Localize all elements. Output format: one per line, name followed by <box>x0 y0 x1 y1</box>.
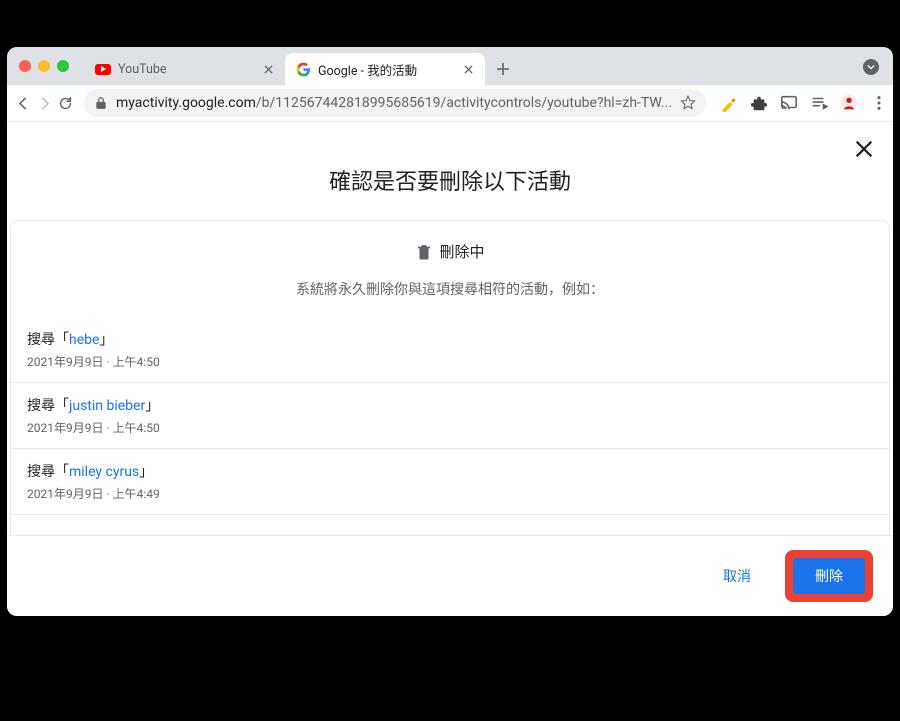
bookmark-star-icon[interactable] <box>680 95 696 111</box>
deleting-label: 刪除中 <box>439 241 484 262</box>
activity-card: 刪除中 系統將永久刪除你與這項搜尋相符的活動，例如： 搜尋「hebe」 2021… <box>10 220 890 535</box>
tab-dropdown-icon[interactable] <box>863 59 879 75</box>
close-dialog-button[interactable] <box>853 138 875 164</box>
window-controls <box>19 60 69 72</box>
activity-item-meta: 2021年9月9日 · 上午4:50 <box>27 353 873 370</box>
tab-title: Google - 我的活動 <box>318 60 454 79</box>
activity-item: 搜尋「justin bieber」 2021年9月9日 · 上午4:50 <box>11 383 889 449</box>
activity-item-title: 搜尋「justin bieber」 <box>27 395 873 415</box>
url-text: myactivity.google.com/b/1125674428189956… <box>116 95 672 111</box>
activity-item-title: 搜尋「hebe」 <box>27 329 873 349</box>
new-tab-button[interactable] <box>489 55 517 83</box>
cancel-button[interactable]: 取消 <box>701 558 773 594</box>
reload-button[interactable] <box>57 89 74 117</box>
preview-more: 預覽更多 <box>11 515 889 536</box>
dialog-footer: 取消 刪除 <box>7 535 893 616</box>
extensions-puzzle-icon[interactable] <box>750 94 768 112</box>
url-input[interactable]: myactivity.google.com/b/1125674428189956… <box>84 89 706 117</box>
menu-dots-icon[interactable] <box>870 94 888 112</box>
extension-broom-icon[interactable] <box>720 94 738 112</box>
activity-item-title: 搜尋「miley cyrus」 <box>27 461 873 481</box>
search-query-link[interactable]: miley cyrus <box>69 464 139 480</box>
card-header: 刪除中 <box>11 221 889 279</box>
dialog-title: 確認是否要刪除以下活動 <box>7 164 893 196</box>
extension-icons <box>720 94 888 112</box>
activity-item-meta: 2021年9月9日 · 上午4:49 <box>27 485 873 502</box>
close-tab-icon[interactable] <box>261 62 275 76</box>
forward-button[interactable] <box>36 89 53 117</box>
cast-icon[interactable] <box>780 94 798 112</box>
browser-window: YouTube Google - 我的活動 <box>7 47 893 616</box>
close-tab-icon[interactable] <box>461 62 475 76</box>
minimize-window-button[interactable] <box>38 60 50 72</box>
tab-google-activity[interactable]: Google - 我的活動 <box>285 53 485 85</box>
card-subtitle: 系統將永久刪除你與這項搜尋相符的活動，例如： <box>11 279 889 299</box>
address-bar: myactivity.google.com/b/1125674428189956… <box>7 85 893 122</box>
youtube-favicon <box>95 61 111 77</box>
tabs-container: YouTube Google - 我的活動 <box>85 47 517 85</box>
activity-item-meta: 2021年9月9日 · 上午4:50 <box>27 419 873 436</box>
delete-button-highlight: 刪除 <box>785 550 873 602</box>
activity-item: 搜尋「hebe」 2021年9月9日 · 上午4:50 <box>11 317 889 383</box>
tab-youtube[interactable]: YouTube <box>85 53 285 85</box>
maximize-window-button[interactable] <box>57 60 69 72</box>
profile-avatar[interactable] <box>840 94 858 112</box>
lock-icon <box>94 96 108 110</box>
close-window-button[interactable] <box>19 60 31 72</box>
search-query-link[interactable]: justin bieber <box>69 398 145 414</box>
back-button[interactable] <box>15 89 32 117</box>
tab-title: YouTube <box>118 62 254 77</box>
page-content: 確認是否要刪除以下活動 刪除中 系統將永久刪除你與這項搜尋相符的活動，例如： 搜… <box>7 122 893 535</box>
google-favicon <box>295 61 311 77</box>
trash-icon <box>415 243 433 261</box>
search-query-link[interactable]: hebe <box>69 332 99 348</box>
delete-button[interactable]: 刪除 <box>793 558 865 594</box>
playlist-icon[interactable] <box>810 94 828 112</box>
activity-item: 搜尋「miley cyrus」 2021年9月9日 · 上午4:49 <box>11 449 889 515</box>
tab-bar: YouTube Google - 我的活動 <box>7 47 893 85</box>
